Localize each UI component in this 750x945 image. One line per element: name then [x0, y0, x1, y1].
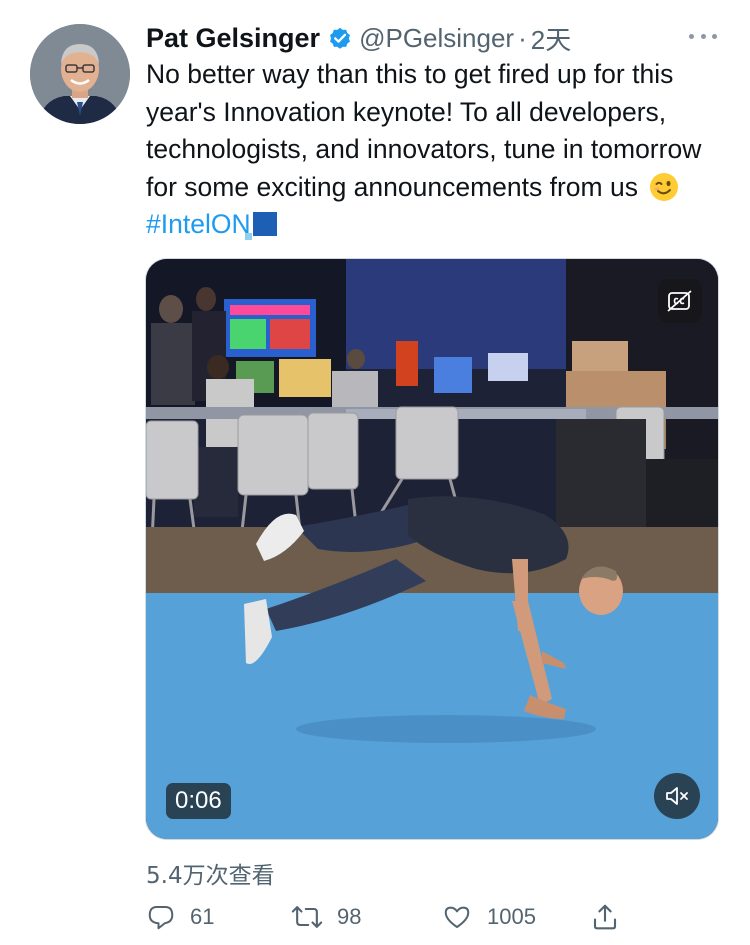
video-frame [146, 259, 718, 839]
view-count: 5.4万次查看 [146, 863, 275, 889]
avatar[interactable] [30, 24, 130, 124]
author-name[interactable]: Pat Gelsinger [146, 23, 320, 54]
tweet-header: Pat Gelsinger @PGelsinger · 2天 [146, 20, 706, 56]
like-button[interactable]: 1005 [441, 897, 536, 937]
blue-square-emoji-icon [244, 212, 277, 240]
more-dots-icon[interactable] [686, 25, 720, 47]
author-handle[interactable]: @PGelsinger [359, 23, 514, 54]
verified-badge-icon [330, 27, 351, 49]
retweet-count: 98 [337, 904, 362, 929]
retweet-icon [291, 906, 323, 928]
video-duration: 0:06 [166, 783, 231, 819]
avatar-photo [30, 24, 130, 124]
muted-speaker-icon [666, 787, 688, 805]
reply-icon [148, 906, 174, 930]
mute-button[interactable] [654, 773, 700, 819]
heart-icon [444, 906, 470, 928]
winking-face-emoji-icon [650, 172, 679, 201]
tweet-text: No better way than this to get fired up … [146, 56, 726, 244]
hashtag-link[interactable]: #IntelON [146, 209, 251, 239]
separator-dot: · [518, 22, 527, 53]
like-count: 1005 [487, 904, 536, 929]
tweet-body: No better way than this to get fired up … [146, 59, 702, 202]
closed-captions-button[interactable] [658, 279, 702, 323]
share-button[interactable] [590, 897, 620, 937]
video-player[interactable]: 0:06 [145, 258, 719, 840]
tweet-timestamp[interactable]: 2天 [531, 20, 571, 57]
reply-button[interactable]: 61 [146, 897, 214, 937]
reply-count: 61 [190, 904, 215, 929]
tweet-actions: 61 98 1005 [146, 897, 636, 937]
retweet-button[interactable]: 98 [291, 897, 361, 937]
closed-captions-icon [667, 290, 692, 312]
share-icon [593, 904, 617, 930]
